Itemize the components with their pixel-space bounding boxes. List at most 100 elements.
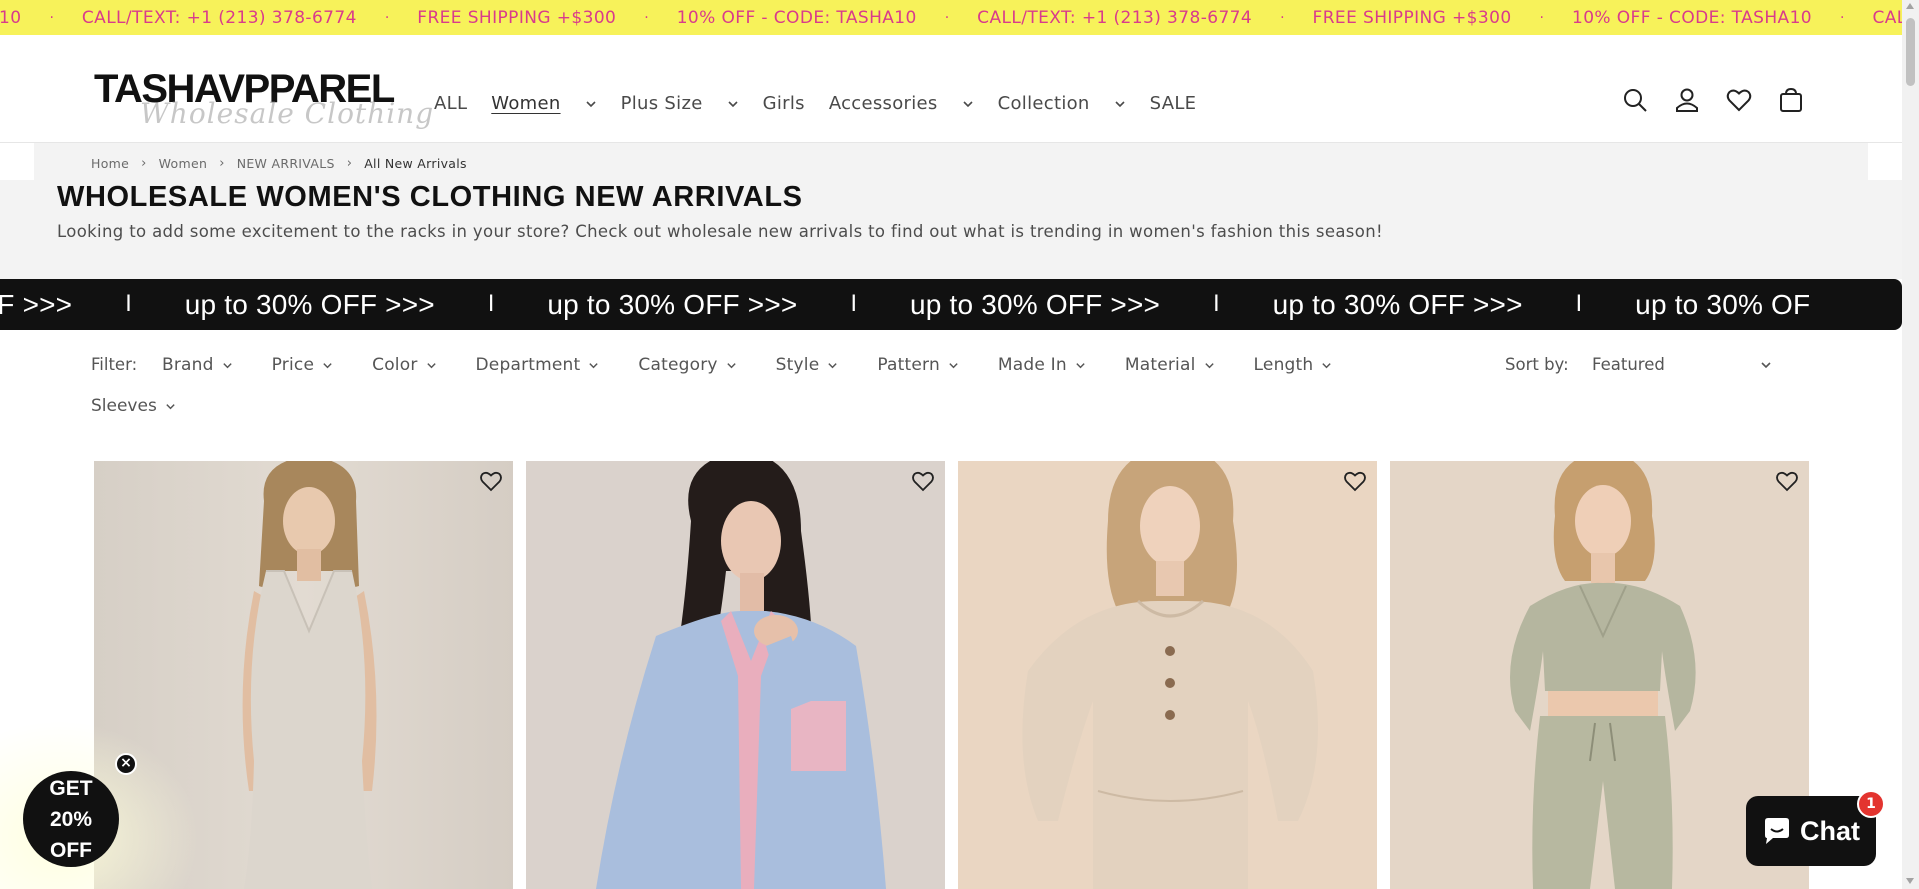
chevron-down-icon (166, 403, 175, 409)
filter-label-text: Material (1124, 355, 1196, 375)
breadcrumb-separator: › (219, 156, 225, 171)
filter-label-text: Style (775, 355, 820, 375)
page-title: WHOLESALE WOMEN'S CLOTHING NEW ARRIVALS (57, 181, 803, 213)
promo-item: up to 30% OF (1635, 288, 1811, 320)
product-image[interactable] (526, 461, 945, 889)
nav-item-accessories[interactable]: Accessories (829, 93, 974, 114)
wishlist-icon[interactable] (1726, 87, 1752, 113)
nav-item-collection[interactable]: Collection (998, 93, 1126, 114)
sort-select[interactable]: Featured (1592, 355, 1772, 374)
announcement-track: 10 · CALL/TEXT: +1 (213) 378-6774 · FREE SHI… (0, 0, 1902, 35)
nav-item-plus-size[interactable]: Plus Size (621, 93, 739, 114)
wishlist-icon[interactable] (1343, 469, 1367, 493)
filter-row: Brand Price Color Department Category Style Pa… (162, 355, 1371, 375)
nav-item-label: Women (491, 93, 561, 114)
filter-made-in[interactable]: Made In (998, 355, 1086, 375)
filter-price[interactable]: Price (272, 355, 333, 375)
breadcrumb-link[interactable]: NEW ARRIVALS (237, 156, 335, 171)
chevron-down-icon (1322, 362, 1332, 368)
breadcrumb-link[interactable]: Women (159, 156, 208, 171)
filter-label-text: Pattern (877, 355, 940, 375)
breadcrumb-link[interactable]: Home (91, 156, 129, 171)
nav-item-women[interactable]: Women (491, 93, 596, 114)
chevron-down-icon (323, 362, 332, 368)
promo-separator: I (487, 292, 495, 317)
cart-icon[interactable] (1778, 87, 1804, 113)
site-header: TASHAVPPAREL Wholesale Clothing ALL Women… (0, 35, 1902, 143)
filter-style[interactable]: Style (776, 355, 839, 375)
promo-separator: I (1575, 292, 1583, 317)
logo-script: Wholesale Clothing (140, 97, 435, 130)
search-icon[interactable] (1622, 87, 1648, 113)
promo-separator: I (125, 292, 132, 317)
breadcrumb-current: All New Arrivals (364, 156, 467, 171)
chevron-down-icon (585, 100, 596, 107)
collection-header: Home › Women › NEW ARRIVALS › All New Arrivals… (0, 143, 1902, 279)
filter-color[interactable]: Color (372, 355, 436, 375)
filter-label-text: Color (372, 355, 418, 375)
announcement-separator: · (1539, 9, 1544, 26)
filter-label-text: Department (475, 355, 581, 375)
chevron-down-icon (1115, 100, 1125, 107)
chevron-down-icon (1204, 362, 1214, 368)
scroll-thumb[interactable] (1906, 18, 1915, 86)
wishlist-icon[interactable] (479, 469, 503, 493)
nav-item-girls[interactable]: Girls (763, 93, 805, 114)
announcement-bar: 10 · CALL/TEXT: +1 (213) 378-6774 · FREE SHI… (0, 0, 1902, 35)
logo[interactable]: TASHAVPPAREL Wholesale Clothing (94, 67, 433, 135)
nav-item-sale[interactable]: SALE (1150, 93, 1197, 114)
account-icon[interactable] (1674, 87, 1700, 113)
product-card[interactable] (526, 461, 945, 889)
nav-item-label: Accessories (828, 93, 938, 114)
breadcrumb: Home › Women › NEW ARRIVALS › All New Arrivals (91, 156, 467, 171)
announcement-item: 10% OFF - CODE: TASHA10 (1571, 7, 1812, 28)
announcement-item: CALL/TEXT: +1 (213 (1872, 7, 1902, 28)
nav-item-label: Plus Size (620, 93, 703, 114)
nav-item-all[interactable]: ALL (434, 93, 467, 114)
chevron-down-icon (1076, 362, 1085, 368)
announcement-item: FREE SHIPPING +$300 (1312, 7, 1512, 28)
filter-category[interactable]: Category (638, 355, 736, 375)
close-icon[interactable]: × (115, 753, 137, 775)
scroll-up-arrow[interactable] (1906, 3, 1914, 9)
announcement-separator: · (1840, 9, 1845, 26)
discount-line3: OFF (50, 838, 92, 862)
chevron-down-icon (726, 362, 736, 368)
wishlist-icon[interactable] (1775, 469, 1799, 493)
breadcrumb-separator: › (141, 156, 147, 171)
filter-label-text: Category (638, 355, 718, 375)
announcement-item: 10 (0, 7, 22, 28)
promo-track: OFF >>> Iup to 30% OFF >>> Iup to 30% OFF … (0, 279, 1810, 330)
announcement-separator: · (384, 9, 390, 26)
promo-separator: I (1213, 292, 1220, 317)
product-image[interactable] (958, 461, 1377, 889)
chevron-down-icon (1761, 361, 1771, 368)
promo-marquee[interactable]: OFF >>> Iup to 30% OFF >>> Iup to 30% OFF … (0, 279, 1902, 330)
filter-label-text: Brand (162, 355, 214, 375)
chevron-down-icon (828, 362, 838, 368)
discount-badge[interactable]: GET 20% OFF (23, 771, 119, 867)
filter-length[interactable]: Length (1254, 355, 1333, 375)
product-card[interactable] (958, 461, 1377, 889)
announcement-separator: · (49, 9, 54, 26)
announcement-item: CALL/TEXT: +1 (213) 378-6774 (81, 7, 357, 28)
chat-bubble-icon (1765, 818, 1789, 844)
scroll-down-arrow[interactable] (1906, 878, 1914, 884)
filter-department[interactable]: Department (476, 355, 600, 375)
chevron-down-icon (963, 100, 973, 107)
collection-description: Looking to add some excitement to the ra… (57, 222, 1383, 241)
chevron-down-icon (222, 362, 232, 368)
chevron-down-icon (426, 362, 436, 368)
promo-item: up to 30% OFF >>> (909, 288, 1161, 320)
announcement-separator: · (1280, 9, 1285, 26)
chevron-down-icon (589, 362, 599, 368)
chevron-down-icon (728, 100, 738, 107)
wishlist-icon[interactable] (911, 469, 935, 493)
discount-line1: GET (49, 776, 93, 800)
filter-sleeves[interactable]: Sleeves (91, 396, 176, 416)
filter-material[interactable]: Material (1125, 355, 1215, 375)
filter-pattern[interactable]: Pattern (877, 355, 959, 375)
announcement-separator: · (944, 9, 950, 26)
filter-brand[interactable]: Brand (162, 355, 233, 375)
scrollbar[interactable] (1902, 0, 1919, 889)
